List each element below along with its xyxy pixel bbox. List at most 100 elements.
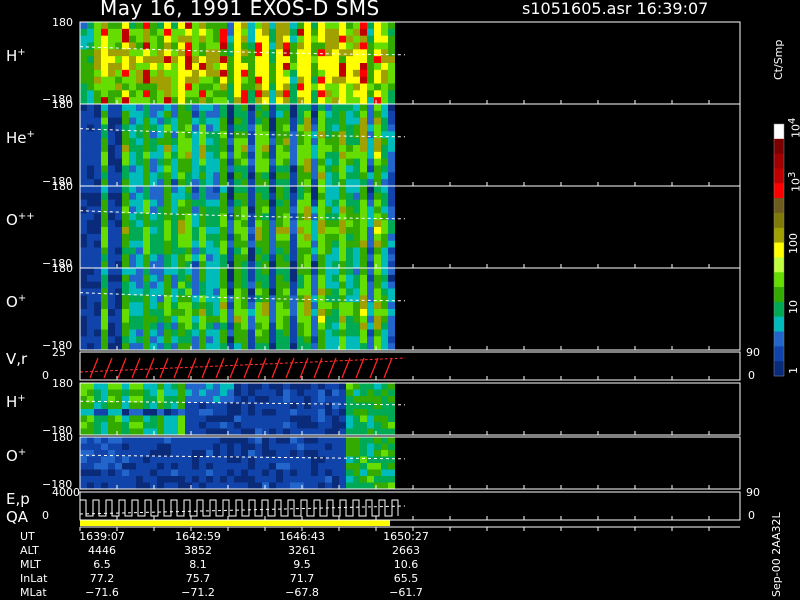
heatmap-cell bbox=[360, 402, 367, 410]
heatmap-cell bbox=[297, 336, 304, 344]
heatmap-cell bbox=[276, 409, 283, 416]
heatmap-cell bbox=[318, 240, 325, 248]
heatmap-cell bbox=[227, 117, 234, 125]
orbit-cell: 65.5 bbox=[393, 572, 419, 585]
heatmap-cell bbox=[325, 422, 332, 429]
heatmap-cell bbox=[101, 206, 108, 214]
heatmap-cell bbox=[248, 428, 255, 436]
heatmap-cell bbox=[388, 443, 395, 451]
heatmap-cell bbox=[122, 213, 129, 221]
heatmap-cell bbox=[206, 402, 213, 410]
heatmap-cell bbox=[101, 138, 108, 146]
orbit-cell: 8.1 bbox=[189, 558, 207, 571]
heatmap-cell bbox=[311, 233, 318, 241]
heatmap-cell bbox=[101, 151, 108, 159]
heatmap-cell bbox=[388, 309, 395, 317]
heatmap-cell bbox=[206, 110, 213, 118]
heatmap-cell bbox=[108, 437, 115, 444]
heatmap-cell bbox=[164, 22, 171, 30]
heatmap-cell bbox=[339, 322, 346, 330]
heatmap-cell bbox=[311, 124, 318, 132]
heatmap-cell bbox=[171, 110, 178, 118]
heatmap-cell bbox=[276, 309, 283, 317]
heatmap-cell bbox=[178, 428, 185, 436]
heatmap-cell bbox=[115, 69, 122, 77]
heatmap-cell bbox=[360, 450, 367, 457]
heatmap-cell bbox=[199, 336, 206, 344]
heatmap-cell bbox=[360, 90, 367, 98]
page-title: May 16, 1991 EXOS-D SMS bbox=[100, 0, 380, 20]
heatmap-cell bbox=[115, 179, 122, 187]
heatmap-cell bbox=[374, 97, 381, 105]
heatmap-cell bbox=[185, 240, 192, 248]
heatmap-cell bbox=[192, 302, 199, 310]
heatmap-cell bbox=[87, 35, 94, 43]
heatmap-cell bbox=[122, 329, 129, 337]
heatmap-cell bbox=[213, 422, 220, 429]
heatmap-cell bbox=[262, 336, 269, 344]
heatmap-cell bbox=[115, 172, 122, 180]
heatmap-cell bbox=[136, 138, 143, 146]
qa-label: QA bbox=[6, 508, 29, 526]
heatmap-cell bbox=[136, 402, 143, 410]
heatmap-cell bbox=[185, 28, 192, 36]
heatmap-cell bbox=[297, 469, 304, 477]
heatmap-cell bbox=[234, 383, 241, 390]
heatmap-cell bbox=[332, 322, 339, 330]
heatmap-cell bbox=[94, 49, 101, 57]
heatmap-cell bbox=[220, 22, 227, 30]
heatmap-cell bbox=[346, 69, 353, 77]
heatmap-cell bbox=[213, 295, 220, 303]
heatmap-cell bbox=[143, 240, 150, 248]
velocity-sawtooth bbox=[299, 357, 309, 379]
heatmap-cell bbox=[157, 295, 164, 303]
heatmap-cell bbox=[136, 469, 143, 477]
heatmap-cell bbox=[339, 76, 346, 84]
velocity-sawtooth bbox=[145, 357, 155, 379]
heatmap-cell bbox=[332, 56, 339, 64]
heatmap-cell bbox=[304, 220, 311, 228]
heatmap-cell bbox=[129, 233, 136, 241]
heatmap-cell bbox=[360, 56, 367, 64]
heatmap-cell bbox=[353, 482, 360, 490]
heatmap-cell bbox=[353, 35, 360, 43]
heatmap-cell bbox=[255, 343, 262, 351]
heatmap-cell bbox=[206, 443, 213, 451]
heatmap-cell bbox=[353, 274, 360, 282]
heatmap-cell bbox=[122, 83, 129, 91]
heatmap-cell bbox=[136, 476, 143, 483]
heatmap-cell bbox=[143, 428, 150, 436]
heatmap-cell bbox=[339, 428, 346, 436]
heatmap-cell bbox=[227, 138, 234, 146]
heatmap-cell bbox=[178, 329, 185, 337]
heatmap-cell bbox=[262, 192, 269, 200]
heatmap-cell bbox=[220, 49, 227, 57]
heatmap-cell bbox=[318, 83, 325, 91]
heatmap-cell bbox=[213, 199, 220, 207]
heatmap-cell bbox=[150, 402, 157, 410]
heatmap-cell bbox=[227, 409, 234, 416]
heatmap-cell bbox=[150, 63, 157, 71]
heatmap-cell bbox=[367, 22, 374, 30]
heatmap-cell bbox=[122, 76, 129, 84]
heatmap-cell bbox=[325, 151, 332, 159]
heatmap-cell bbox=[206, 343, 213, 351]
heatmap-cell bbox=[241, 151, 248, 159]
heatmap-cell bbox=[171, 437, 178, 444]
heatmap-cell bbox=[178, 110, 185, 118]
heatmap-cell bbox=[157, 192, 164, 200]
heatmap-cell bbox=[220, 247, 227, 255]
heatmap-cell bbox=[332, 28, 339, 36]
heatmap-cell bbox=[325, 302, 332, 310]
heatmap-cell bbox=[381, 227, 388, 235]
heatmap-cell bbox=[367, 288, 374, 296]
heatmap-cell bbox=[234, 83, 241, 91]
heatmap-cell bbox=[346, 179, 353, 187]
heatmap-cell bbox=[227, 329, 234, 337]
heatmap-cell bbox=[374, 456, 381, 464]
heatmap-cell bbox=[353, 186, 360, 194]
heatmap-cell bbox=[381, 69, 388, 77]
heatmap-cell bbox=[185, 383, 192, 390]
heatmap-cell bbox=[129, 240, 136, 248]
heatmap-cell bbox=[248, 206, 255, 214]
